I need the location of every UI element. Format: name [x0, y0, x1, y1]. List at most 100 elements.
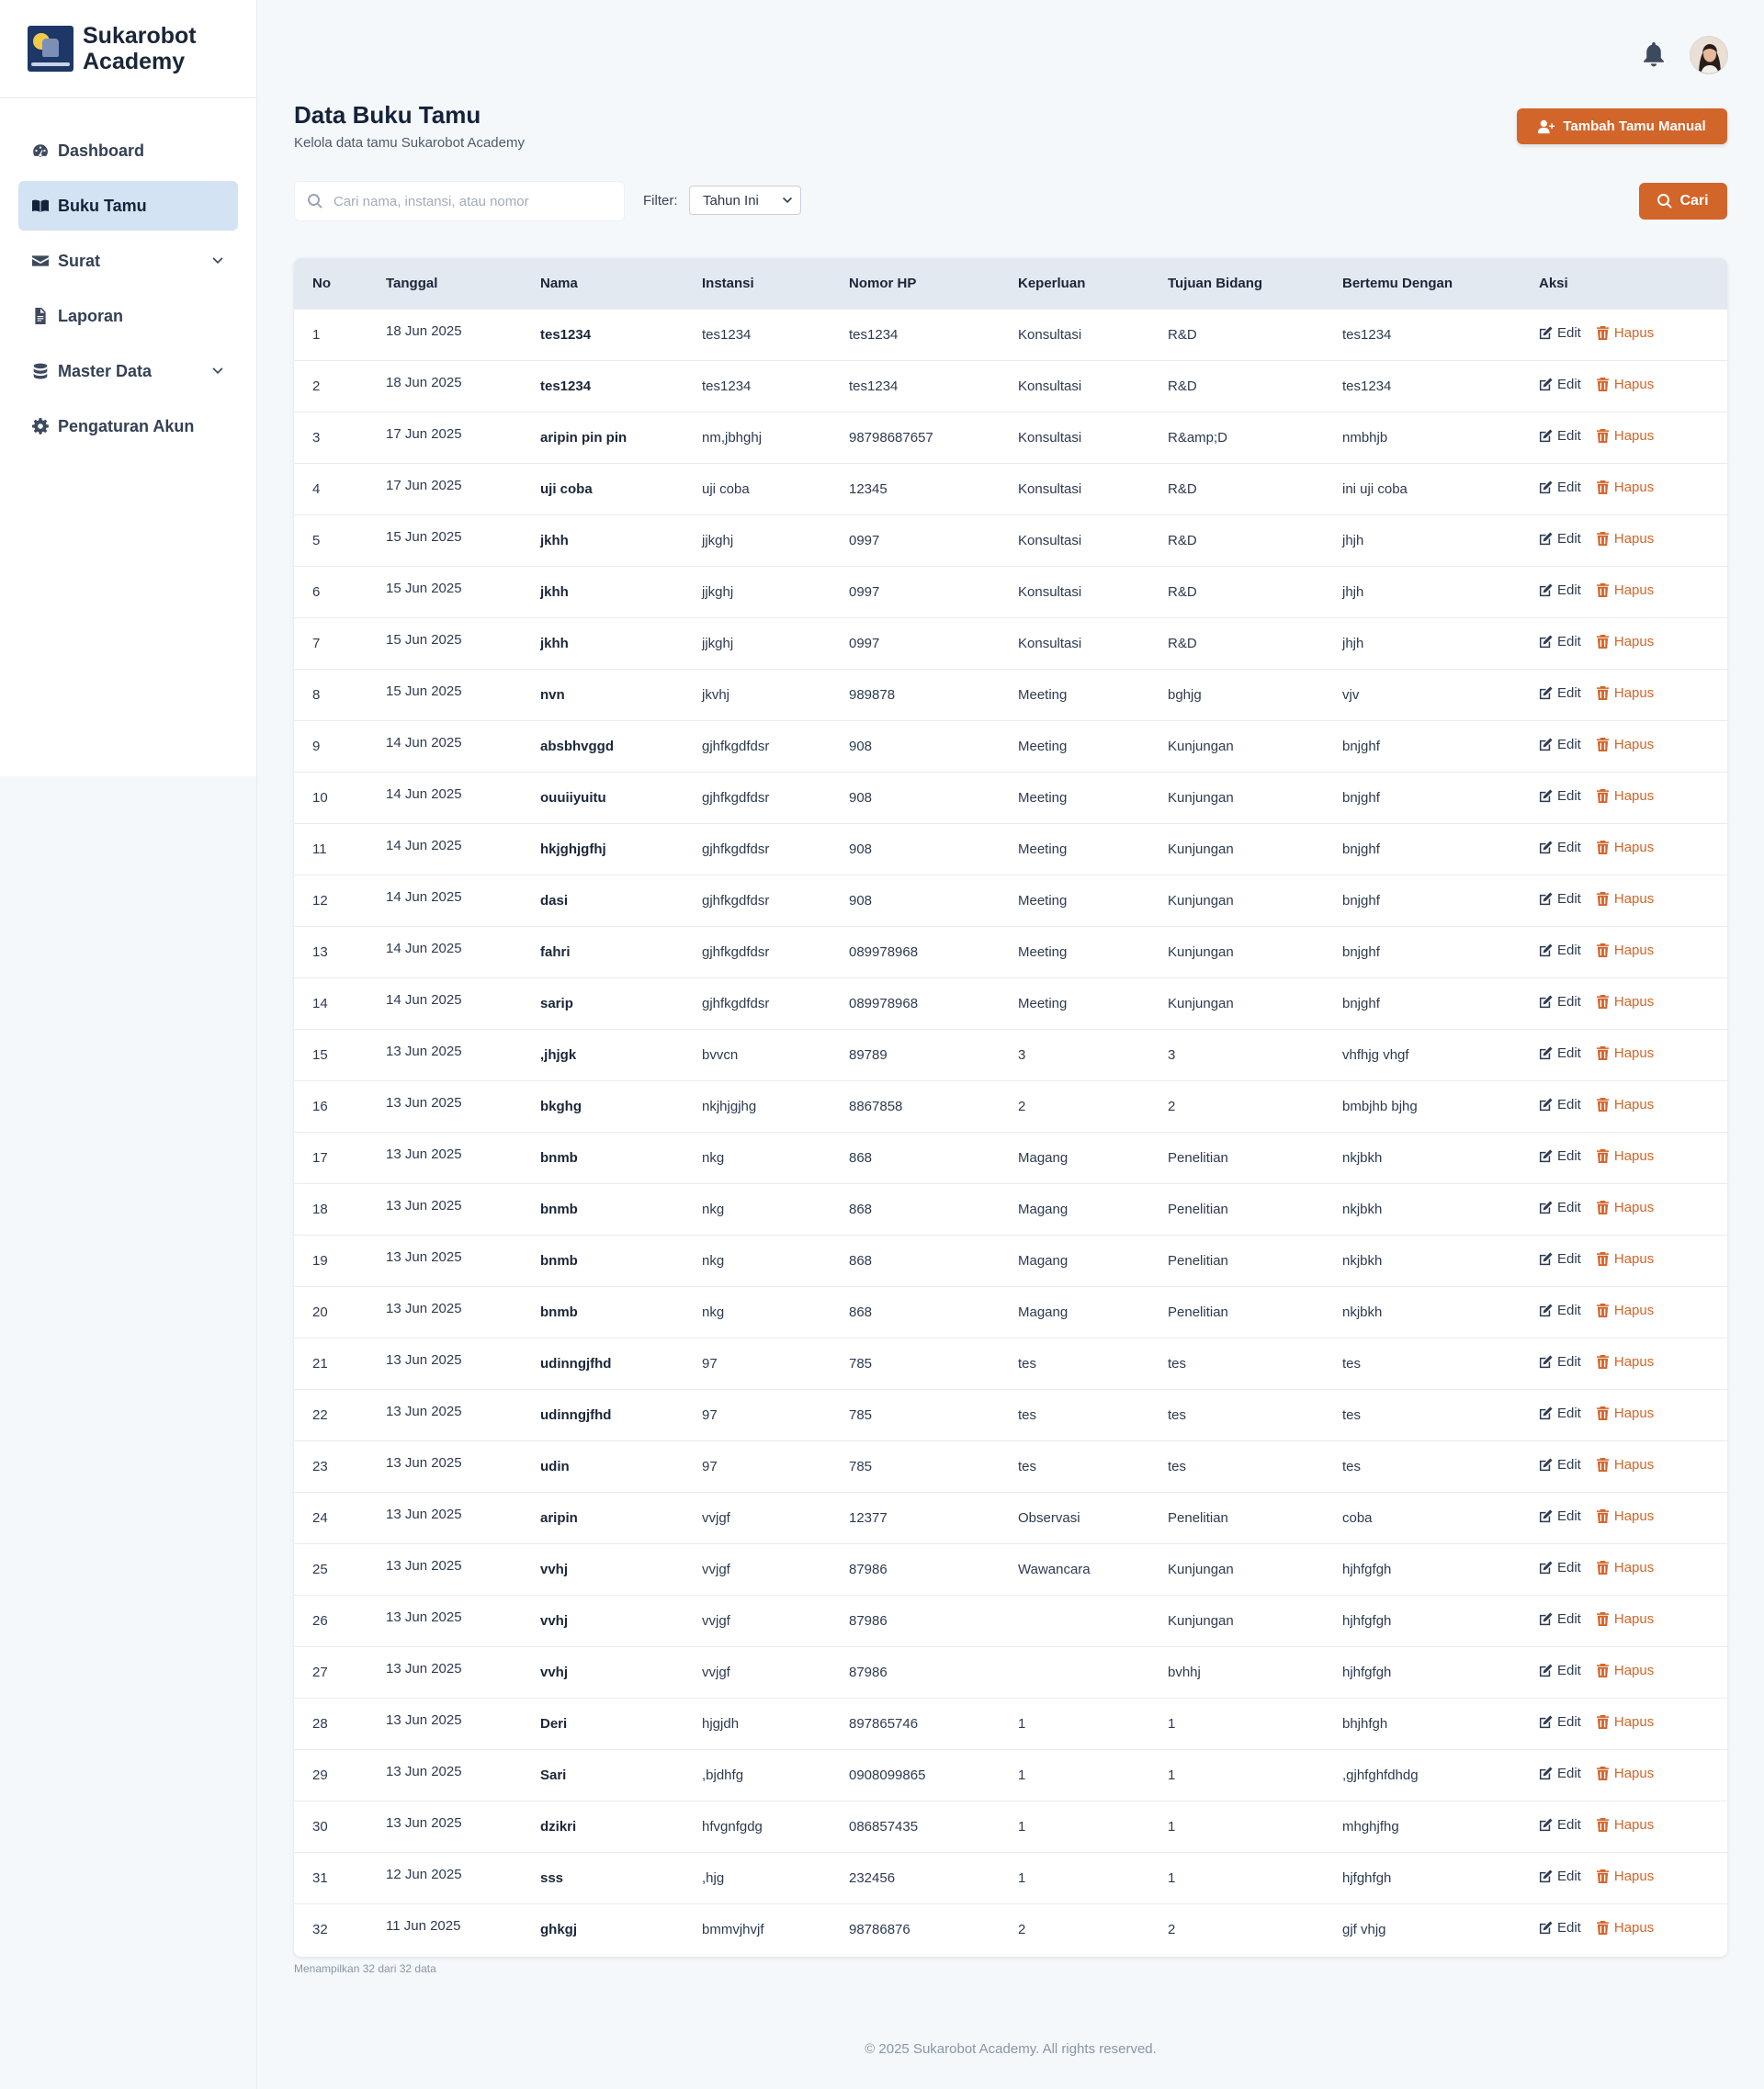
delete-button[interactable]: Hapus — [1596, 531, 1654, 547]
search-input[interactable] — [334, 193, 609, 209]
trash-icon — [1596, 480, 1609, 494]
edit-button[interactable]: Edit — [1539, 531, 1581, 547]
delete-button[interactable]: Hapus — [1596, 582, 1654, 598]
sidebar-item-surat[interactable]: Surat — [18, 236, 238, 286]
delete-button[interactable]: Hapus — [1596, 377, 1654, 392]
sidebar-item-dashboard[interactable]: Dashboard — [18, 126, 238, 175]
edit-button[interactable]: Edit — [1539, 1200, 1581, 1215]
delete-button[interactable]: Hapus — [1596, 634, 1654, 649]
edit-button[interactable]: Edit — [1539, 1766, 1581, 1781]
cell-nama: fahri — [540, 943, 571, 960]
delete-button[interactable]: Hapus — [1596, 788, 1654, 804]
cell-nomor-hp: 12377 — [849, 1509, 888, 1526]
edit-button[interactable]: Edit — [1539, 1508, 1581, 1524]
delete-button[interactable]: Hapus — [1596, 325, 1654, 341]
edit-button[interactable]: Edit — [1539, 1045, 1581, 1061]
edit-button[interactable]: Edit — [1539, 891, 1581, 907]
delete-button[interactable]: Hapus — [1596, 1920, 1654, 1936]
edit-button[interactable]: Edit — [1539, 685, 1581, 701]
cell-actions: Edit Hapus — [1521, 412, 1727, 463]
edit-button[interactable]: Edit — [1539, 1303, 1581, 1318]
add-guest-button[interactable]: Tambah Tamu Manual — [1517, 108, 1727, 144]
cell-keperluan: 3 — [1018, 1046, 1026, 1063]
edit-button[interactable]: Edit — [1539, 1869, 1581, 1884]
sidebar-item-pengaturan-akun[interactable]: Pengaturan Akun — [18, 401, 238, 451]
delete-button[interactable]: Hapus — [1596, 1560, 1654, 1575]
delete-button[interactable]: Hapus — [1596, 1251, 1654, 1267]
delete-button[interactable]: Hapus — [1596, 1766, 1654, 1781]
edit-button[interactable]: Edit — [1539, 325, 1581, 341]
search-box — [294, 181, 625, 221]
delete-button[interactable]: Hapus — [1596, 1817, 1654, 1833]
edit-button[interactable]: Edit — [1539, 634, 1581, 649]
delete-button[interactable]: Hapus — [1596, 685, 1654, 701]
delete-button[interactable]: Hapus — [1596, 1508, 1654, 1524]
edit-button[interactable]: Edit — [1539, 582, 1581, 598]
sidebar-item-laporan[interactable]: Laporan — [18, 291, 238, 341]
table-row: 25 13 Jun 2025 vvhj vvjgf 87986 Wawancara Kunj… — [294, 1543, 1727, 1595]
cell-no: 22 — [312, 1406, 328, 1423]
edit-button[interactable]: Edit — [1539, 1920, 1581, 1936]
edit-icon — [1539, 1304, 1553, 1317]
edit-button[interactable]: Edit — [1539, 788, 1581, 804]
sidebar-item-buku-tamu[interactable]: Buku Tamu — [18, 181, 238, 231]
edit-button[interactable]: Edit — [1539, 840, 1581, 855]
cell-no: 5 — [312, 532, 321, 548]
edit-button[interactable]: Edit — [1539, 1611, 1581, 1627]
edit-button[interactable]: Edit — [1539, 1457, 1581, 1473]
edit-button[interactable]: Edit — [1539, 428, 1581, 444]
bell-icon[interactable] — [1642, 42, 1666, 68]
edit-button[interactable]: Edit — [1539, 737, 1581, 752]
cell-keperluan: 1 — [1018, 1869, 1026, 1886]
cell-nama: nvn — [540, 686, 565, 703]
delete-button[interactable]: Hapus — [1596, 1148, 1654, 1164]
edit-button[interactable]: Edit — [1539, 1817, 1581, 1833]
edit-button[interactable]: Edit — [1539, 1354, 1581, 1370]
delete-button[interactable]: Hapus — [1596, 1457, 1654, 1473]
table-row: 9 14 Jun 2025 absbhvggd gjhfkgdfdsr 908 Meeti… — [294, 720, 1727, 772]
chevron-down-icon[interactable] — [210, 254, 225, 268]
delete-button[interactable]: Hapus — [1596, 1303, 1654, 1318]
avatar[interactable] — [1690, 36, 1728, 74]
delete-button[interactable]: Hapus — [1596, 1406, 1654, 1421]
delete-button[interactable]: Hapus — [1596, 891, 1654, 907]
edit-button[interactable]: Edit — [1539, 1097, 1581, 1112]
delete-button[interactable]: Hapus — [1596, 428, 1654, 444]
delete-button[interactable]: Hapus — [1596, 1611, 1654, 1627]
delete-label: Hapus — [1613, 1097, 1655, 1112]
delete-button[interactable]: Hapus — [1596, 994, 1654, 1010]
delete-button[interactable]: Hapus — [1596, 1045, 1654, 1061]
edit-button[interactable]: Edit — [1539, 1560, 1581, 1575]
delete-button[interactable]: Hapus — [1596, 737, 1654, 752]
delete-button[interactable]: Hapus — [1596, 1200, 1654, 1215]
delete-button[interactable]: Hapus — [1596, 1869, 1654, 1884]
cell-nomor-hp: tes1234 — [849, 378, 899, 394]
delete-button[interactable]: Hapus — [1596, 1354, 1654, 1370]
cell-bertemu-dengan: bhjhfgh — [1342, 1715, 1388, 1732]
delete-button[interactable]: Hapus — [1596, 1663, 1654, 1678]
brand[interactable]: Sukarobot Academy — [0, 0, 256, 98]
edit-button[interactable]: Edit — [1539, 1406, 1581, 1421]
filter-select[interactable]: Tahun Ini — [689, 186, 801, 215]
delete-button[interactable]: Hapus — [1596, 480, 1654, 495]
delete-button[interactable]: Hapus — [1596, 1714, 1654, 1730]
sidebar-item-master-data[interactable]: Master Data — [18, 346, 238, 396]
edit-button[interactable]: Edit — [1539, 1148, 1581, 1164]
edit-button[interactable]: Edit — [1539, 943, 1581, 958]
trash-icon — [1596, 1252, 1609, 1266]
edit-button[interactable]: Edit — [1539, 1663, 1581, 1678]
edit-button[interactable]: Edit — [1539, 1251, 1581, 1267]
cell-no: 25 — [312, 1561, 328, 1577]
edit-button[interactable]: Edit — [1539, 1714, 1581, 1730]
edit-button[interactable]: Edit — [1539, 480, 1581, 495]
cell-nomor-hp: 0997 — [849, 635, 880, 651]
search-button[interactable]: Cari — [1639, 183, 1727, 220]
delete-button[interactable]: Hapus — [1596, 943, 1654, 958]
chevron-down-icon[interactable] — [210, 364, 225, 378]
delete-button[interactable]: Hapus — [1596, 1097, 1654, 1112]
cell-tujuan-bidang: Penelitian — [1168, 1509, 1228, 1526]
cell-date: 12 Jun 2025 — [386, 1866, 462, 1882]
edit-button[interactable]: Edit — [1539, 994, 1581, 1010]
delete-button[interactable]: Hapus — [1596, 840, 1654, 855]
edit-button[interactable]: Edit — [1539, 377, 1581, 392]
